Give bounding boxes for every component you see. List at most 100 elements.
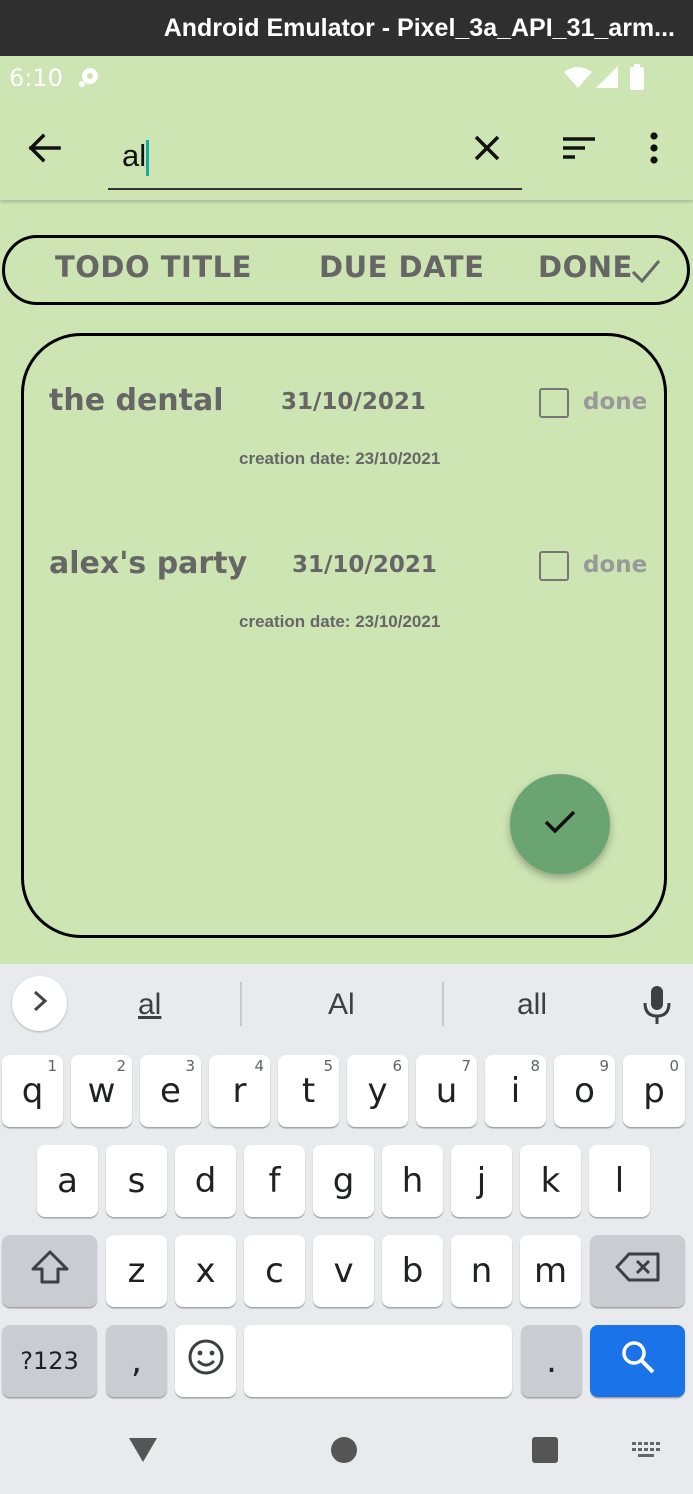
- key-label: o: [574, 1071, 595, 1111]
- key-label: i: [510, 1071, 521, 1111]
- key-h[interactable]: h: [382, 1145, 443, 1217]
- sort-button[interactable]: [556, 128, 602, 172]
- device-screen: 6:10 al TODO TITLE DUE DATE DONE the den…: [0, 56, 693, 1494]
- key-l[interactable]: l: [589, 1145, 650, 1217]
- key-hint: 9: [599, 1057, 609, 1075]
- keyboard-switch-icon[interactable]: [632, 1442, 662, 1465]
- key-j[interactable]: j: [451, 1145, 512, 1217]
- nav-back-icon[interactable]: [128, 1436, 158, 1469]
- key-label: z: [127, 1251, 146, 1291]
- key-t[interactable]: t5: [278, 1055, 339, 1127]
- key-x[interactable]: x: [175, 1235, 236, 1307]
- period-key[interactable]: .: [521, 1325, 582, 1397]
- key-label: u: [435, 1071, 458, 1111]
- key-label: n: [470, 1251, 493, 1291]
- key-label: ?123: [20, 1347, 79, 1375]
- chevron-right-icon: [32, 990, 48, 1017]
- key-label: v: [333, 1251, 354, 1291]
- emoji-key[interactable]: [175, 1325, 236, 1397]
- done-checkbox[interactable]: [539, 388, 569, 418]
- overflow-menu-button[interactable]: [634, 128, 674, 172]
- key-y[interactable]: y6: [347, 1055, 408, 1127]
- key-k[interactable]: k: [520, 1145, 581, 1217]
- list-item[interactable]: the dental 31/10/2021 done creation date…: [24, 383, 664, 493]
- space-key[interactable]: [244, 1325, 512, 1397]
- header-due-date[interactable]: DUE DATE: [319, 250, 484, 284]
- check-icon: [543, 809, 577, 840]
- key-z[interactable]: z: [106, 1235, 167, 1307]
- key-hint: 7: [461, 1057, 471, 1075]
- nav-recents-icon[interactable]: [532, 1437, 558, 1463]
- backspace-key[interactable]: [590, 1235, 685, 1307]
- key-m[interactable]: m: [520, 1235, 581, 1307]
- window-title: Android Emulator - Pixel_3a_API_31_arm..…: [163, 13, 675, 42]
- key-label: e: [160, 1071, 181, 1111]
- done-checkbox[interactable]: [539, 551, 569, 581]
- key-d[interactable]: d: [175, 1145, 236, 1217]
- key-r[interactable]: r4: [209, 1055, 270, 1127]
- search-action-key[interactable]: [590, 1325, 685, 1397]
- header-todo-title[interactable]: TODO TITLE: [55, 250, 252, 284]
- search-field[interactable]: [108, 118, 522, 190]
- clear-search-button[interactable]: [465, 128, 509, 172]
- key-s[interactable]: s: [106, 1145, 167, 1217]
- key-f[interactable]: f: [244, 1145, 305, 1217]
- suggestion-2[interactable]: Al: [328, 988, 355, 1022]
- key-hint: 6: [392, 1057, 402, 1075]
- notification-icon: [76, 64, 102, 90]
- key-i[interactable]: i8: [485, 1055, 546, 1127]
- key-label: ,: [131, 1341, 142, 1381]
- key-v[interactable]: v: [313, 1235, 374, 1307]
- list-item[interactable]: alex's party 31/10/2021 done creation da…: [24, 546, 664, 656]
- battery-icon: [630, 64, 644, 95]
- key-c[interactable]: c: [244, 1235, 305, 1307]
- key-u[interactable]: u7: [416, 1055, 477, 1127]
- key-hint: 2: [116, 1057, 126, 1075]
- header-done[interactable]: DONE: [538, 250, 633, 284]
- shift-key[interactable]: [2, 1235, 97, 1307]
- key-o[interactable]: o9: [554, 1055, 615, 1127]
- more-vert-icon: [649, 131, 659, 169]
- key-b[interactable]: b: [382, 1235, 443, 1307]
- status-time: 6:10: [9, 64, 63, 92]
- confirm-fab-button[interactable]: [510, 774, 610, 874]
- close-icon: [473, 134, 501, 167]
- comma-key[interactable]: ,: [106, 1325, 167, 1397]
- sort-icon: [561, 135, 597, 166]
- key-label: l: [614, 1161, 625, 1201]
- check-icon: [631, 258, 661, 289]
- key-label: k: [540, 1161, 561, 1201]
- key-q[interactable]: q1: [2, 1055, 63, 1127]
- key-e[interactable]: e3: [140, 1055, 201, 1127]
- suggestion-1[interactable]: al: [138, 988, 161, 1022]
- key-label: x: [195, 1251, 216, 1291]
- creation-date: creation date: 23/10/2021: [239, 612, 441, 631]
- emoji-icon: [187, 1338, 225, 1385]
- search-icon: [620, 1339, 656, 1384]
- nav-home-icon[interactable]: [331, 1437, 357, 1463]
- suggestion-3[interactable]: all: [517, 988, 547, 1022]
- key-g[interactable]: g: [313, 1145, 374, 1217]
- microphone-icon[interactable]: [640, 984, 674, 1031]
- symbols-key[interactable]: ?123: [2, 1325, 97, 1397]
- column-header: TODO TITLE DUE DATE DONE: [2, 235, 690, 305]
- app-bar: [0, 100, 693, 200]
- back-button[interactable]: [22, 128, 66, 172]
- search-input[interactable]: [122, 136, 452, 176]
- todo-title: alex's party: [49, 546, 248, 581]
- key-w[interactable]: w2: [71, 1055, 132, 1127]
- key-label: c: [265, 1251, 284, 1291]
- expand-toolbar-button[interactable]: [12, 976, 67, 1031]
- key-hint: 3: [185, 1057, 195, 1075]
- key-label: q: [21, 1071, 44, 1111]
- key-hint: 0: [669, 1057, 679, 1075]
- key-label: .: [546, 1341, 557, 1381]
- todo-title: the dental: [49, 383, 224, 418]
- key-n[interactable]: n: [451, 1235, 512, 1307]
- status-bar: 6:10: [0, 56, 693, 100]
- key-a[interactable]: a: [37, 1145, 98, 1217]
- key-hint: 4: [254, 1057, 264, 1075]
- key-label: j: [476, 1161, 487, 1201]
- done-label: done: [583, 552, 648, 578]
- key-p[interactable]: p0: [623, 1055, 685, 1127]
